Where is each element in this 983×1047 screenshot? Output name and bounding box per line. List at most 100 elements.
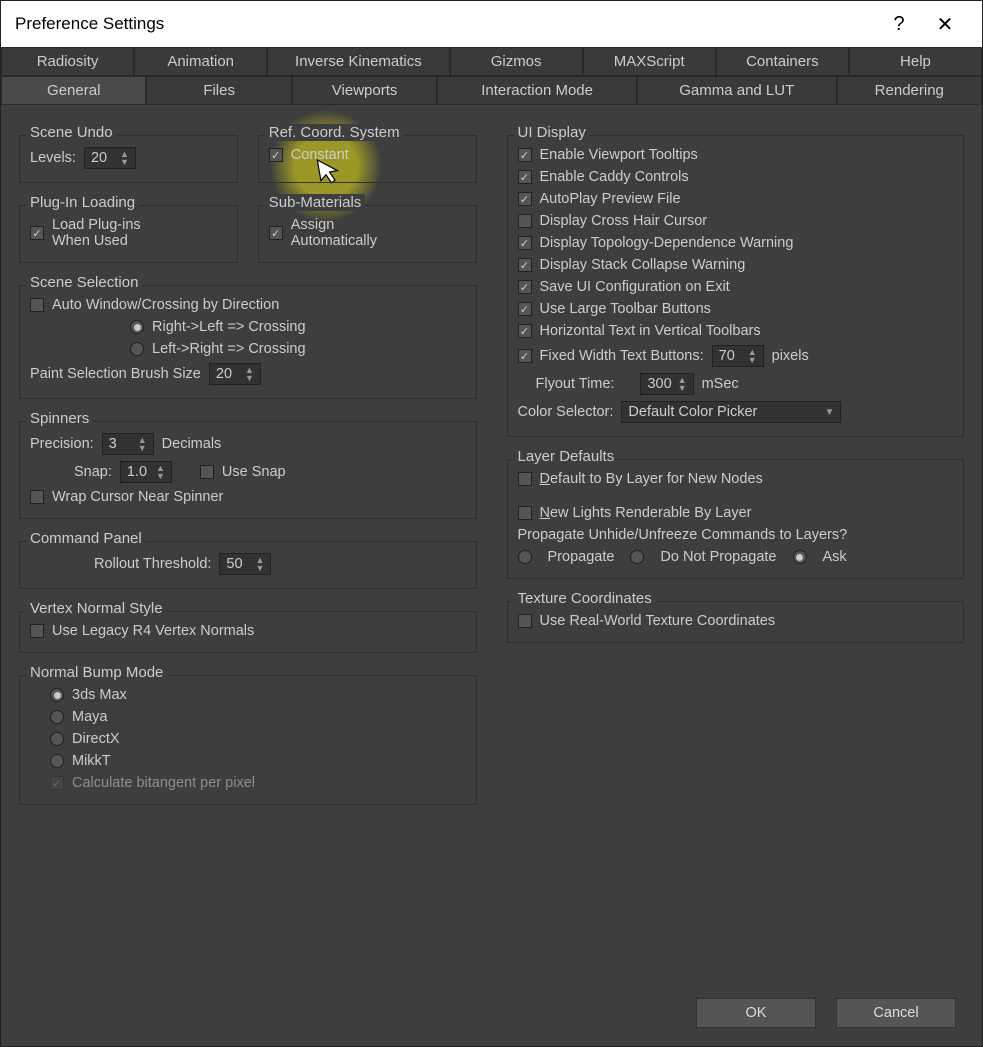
titlebar: Preference Settings ? ✕ <box>1 1 982 47</box>
bump-maya-radio[interactable] <box>50 710 64 724</box>
bump-3dsmax-radio[interactable] <box>50 688 64 702</box>
wrap-cursor-checkbox[interactable] <box>30 490 44 504</box>
dialog-title: Preference Settings <box>15 14 164 34</box>
realworld-label: Use Real-World Texture Coordinates <box>540 613 776 629</box>
snap-spinner[interactable]: 1.0▲▼ <box>120 461 172 483</box>
tab-animation[interactable]: Animation <box>134 47 267 75</box>
caddy-label: Enable Caddy Controls <box>540 169 689 185</box>
rollout-spinner[interactable]: 50▲▼ <box>219 553 271 575</box>
rollout-label: Rollout Threshold: <box>94 556 211 572</box>
large-toolbar-checkbox[interactable] <box>518 302 532 316</box>
legend-submat: Sub-Materials <box>265 194 366 211</box>
group-normal-bump: Normal Bump Mode 3ds Max Maya DirectX Mi… <box>19 675 477 805</box>
brush-spinner[interactable]: 20▲▼ <box>209 363 261 385</box>
legend-plugin: Plug-In Loading <box>26 194 139 211</box>
tab-help[interactable]: Help <box>849 47 982 75</box>
tab-general[interactable]: General <box>1 76 146 104</box>
fixedw-checkbox[interactable] <box>518 349 532 363</box>
tab-interaction-mode[interactable]: Interaction Mode <box>437 76 637 104</box>
auto-window-label: Auto Window/Crossing by Direction <box>52 297 279 313</box>
donot-propagate-radio[interactable] <box>630 550 644 564</box>
legend-ui: UI Display <box>514 124 590 141</box>
decimals-label: Decimals <box>162 436 222 452</box>
ask-radio[interactable] <box>793 550 807 564</box>
large-toolbar-label: Use Large Toolbar Buttons <box>540 301 711 317</box>
precision-spinner[interactable]: 3▲▼ <box>102 433 154 455</box>
tab-rendering[interactable]: Rendering <box>837 76 982 104</box>
preference-settings-dialog: Preference Settings ? ✕ Radiosity Animat… <box>0 0 983 1047</box>
fixedw-spinner[interactable]: 70▲▼ <box>712 345 764 367</box>
pixels-label: pixels <box>772 348 809 364</box>
group-scene-undo: Scene Undo Levels: 20▲▼ <box>19 135 238 183</box>
brush-label: Paint Selection Brush Size <box>30 366 201 382</box>
wrap-cursor-label: Wrap Cursor Near Spinner <box>52 489 223 505</box>
tab-inverse-kinematics[interactable]: Inverse Kinematics <box>267 47 449 75</box>
help-icon[interactable]: ? <box>876 13 922 36</box>
tooltips-label: Enable Viewport Tooltips <box>540 147 698 163</box>
realworld-checkbox[interactable] <box>518 614 532 628</box>
stack-warning-checkbox[interactable] <box>518 258 532 272</box>
calc-bitangent-checkbox <box>50 776 64 790</box>
bump-directx-radio[interactable] <box>50 732 64 746</box>
newlights-checkbox[interactable] <box>518 506 532 520</box>
group-sub-materials: Sub-Materials Assign Automatically <box>258 205 477 263</box>
r2l-radio[interactable] <box>130 320 144 334</box>
legend-layer: Layer Defaults <box>514 448 619 465</box>
legend-scene-sel: Scene Selection <box>26 274 142 291</box>
ok-button[interactable]: OK <box>696 998 816 1028</box>
horiz-text-label: Horizontal Text in Vertical Toolbars <box>540 323 761 339</box>
close-icon[interactable]: ✕ <box>922 12 968 37</box>
auto-window-checkbox[interactable] <box>30 298 44 312</box>
load-plugins-checkbox[interactable] <box>30 226 44 240</box>
tab-gizmos[interactable]: Gizmos <box>450 47 583 75</box>
levels-label: Levels: <box>30 150 76 166</box>
flyout-spinner[interactable]: 300▲▼ <box>640 373 693 395</box>
tab-maxscript[interactable]: MAXScript <box>583 47 716 75</box>
tab-radiosity[interactable]: Radiosity <box>1 47 134 75</box>
default-bylayer-checkbox[interactable] <box>518 472 532 486</box>
l2r-radio[interactable] <box>130 342 144 356</box>
group-layer-defaults: Layer Defaults Default to By Layer for N… <box>507 459 965 579</box>
colorsel-label: Color Selector: <box>518 404 614 420</box>
use-snap-checkbox[interactable] <box>200 465 214 479</box>
group-scene-selection: Scene Selection Auto Window/Crossing by … <box>19 285 477 399</box>
propagate-radio[interactable] <box>518 550 532 564</box>
tab-viewports[interactable]: Viewports <box>292 76 437 104</box>
tab-files[interactable]: Files <box>146 76 291 104</box>
constant-checkbox[interactable] <box>269 148 283 162</box>
legacy-normals-checkbox[interactable] <box>30 624 44 638</box>
donot-propagate-label: Do Not Propagate <box>660 549 776 565</box>
legend-texcoord: Texture Coordinates <box>514 590 656 607</box>
load-plugins-label: Load Plug-ins When Used <box>52 217 182 249</box>
tooltips-checkbox[interactable] <box>518 148 532 162</box>
bump-directx-label: DirectX <box>72 731 120 747</box>
group-vertex-normal: Vertex Normal Style Use Legacy R4 Vertex… <box>19 611 477 653</box>
topo-warning-label: Display Topology-Dependence Warning <box>540 235 794 251</box>
caddy-checkbox[interactable] <box>518 170 532 184</box>
topo-warning-checkbox[interactable] <box>518 236 532 250</box>
crosshair-checkbox[interactable] <box>518 214 532 228</box>
bump-3dsmax-label: 3ds Max <box>72 687 127 703</box>
colorsel-dropdown[interactable]: Default Color Picker▼ <box>621 401 841 423</box>
legacy-normals-label: Use Legacy R4 Vertex Normals <box>52 623 254 639</box>
horiz-text-checkbox[interactable] <box>518 324 532 338</box>
bump-mikkt-label: MikkT <box>72 753 111 769</box>
assign-auto-checkbox[interactable] <box>269 226 283 240</box>
legend-vertex: Vertex Normal Style <box>26 600 167 617</box>
cancel-button[interactable]: Cancel <box>836 998 956 1028</box>
bump-mikkt-radio[interactable] <box>50 754 64 768</box>
flyout-label: Flyout Time: <box>536 376 615 392</box>
stack-warning-label: Display Stack Collapse Warning <box>540 257 746 273</box>
propagate-question: Propagate Unhide/Unfreeze Commands to La… <box>518 527 848 543</box>
newlights-label: New Lights Renderable By Layer <box>540 505 752 521</box>
autoplay-checkbox[interactable] <box>518 192 532 206</box>
group-texture-coordinates: Texture Coordinates Use Real-World Textu… <box>507 601 965 643</box>
dialog-footer: OK Cancel <box>1 984 982 1046</box>
levels-spinner[interactable]: 20▲▼ <box>84 147 136 169</box>
legend-spinners: Spinners <box>26 410 93 427</box>
tab-strip: Radiosity Animation Inverse Kinematics G… <box>1 47 982 105</box>
saveui-checkbox[interactable] <box>518 280 532 294</box>
saveui-label: Save UI Configuration on Exit <box>540 279 730 295</box>
tab-gamma-lut[interactable]: Gamma and LUT <box>637 76 837 104</box>
tab-containers[interactable]: Containers <box>716 47 849 75</box>
